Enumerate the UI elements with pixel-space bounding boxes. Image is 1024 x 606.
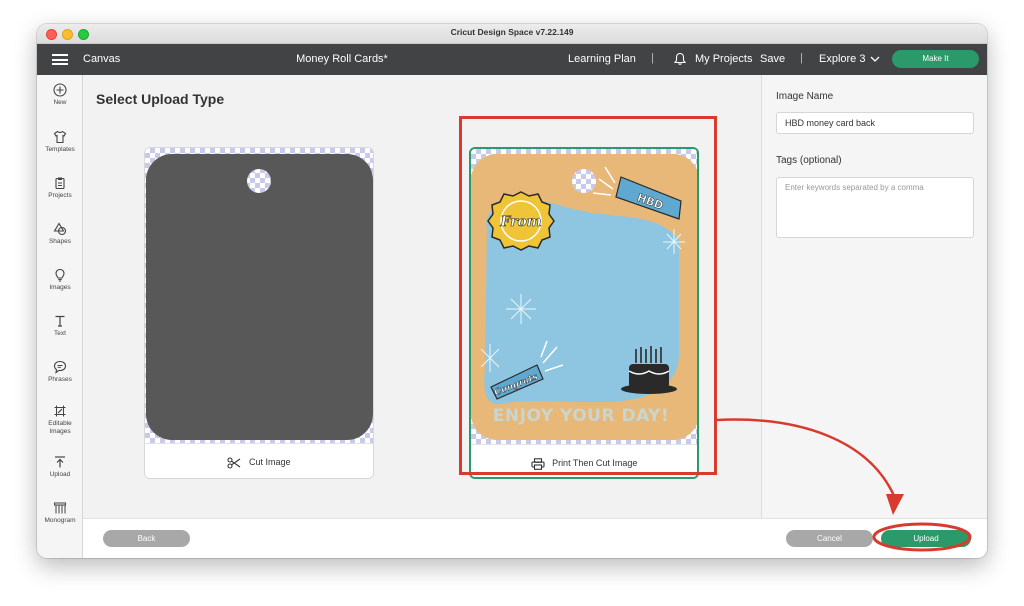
sidebar-item-label: Projects xyxy=(48,192,72,199)
scissors-icon xyxy=(227,457,241,469)
cut-image-label: Cut Image xyxy=(248,457,291,467)
canvas-label: Canvas xyxy=(83,53,121,65)
image-details-panel: Image Name HBD money card back Tags (opt… xyxy=(761,75,987,558)
window-title: Cricut Design Space v7.22.149 xyxy=(450,27,574,37)
back-button[interactable]: Back xyxy=(103,530,190,547)
image-name-label: Image Name xyxy=(776,91,834,102)
sidebar-item-projects[interactable]: Projects xyxy=(37,176,83,200)
cut-image-option[interactable]: Cut Image xyxy=(144,147,374,479)
sidebar-item-label: Monogram xyxy=(44,517,76,524)
menu-icon[interactable] xyxy=(52,54,68,65)
upload-icon xyxy=(55,456,65,468)
machine-selector[interactable]: Explore 3 xyxy=(819,53,865,65)
upload-button[interactable]: Upload xyxy=(881,530,971,547)
my-projects-link[interactable]: My Projects xyxy=(695,53,752,65)
save-button[interactable]: Save xyxy=(760,53,785,65)
sidebar-item-text[interactable]: Text xyxy=(37,314,83,338)
sidebar-item-label: Text xyxy=(54,330,66,337)
cut-image-preview xyxy=(146,154,373,440)
lightbulb-icon xyxy=(55,268,65,282)
project-name[interactable]: Money Roll Cards* xyxy=(277,53,407,65)
sidebar-item-label: Images xyxy=(49,284,71,291)
tags-label: Tags (optional) xyxy=(776,155,842,166)
left-toolbar: New Templates Projects Shapes Images Tex… xyxy=(37,75,83,558)
sidebar-item-images[interactable]: Images xyxy=(37,268,83,292)
sidebar-item-label: New xyxy=(53,99,67,106)
sidebar-item-monogram[interactable]: Monogram xyxy=(37,501,83,525)
make-it-button[interactable]: Make It xyxy=(892,50,979,68)
sidebar-item-templates[interactable]: Templates xyxy=(37,130,83,154)
cut-image-option-footer[interactable]: Cut Image xyxy=(145,443,373,478)
speech-bubble-icon xyxy=(53,360,67,374)
app-header: Canvas Money Roll Cards* Learning Plan |… xyxy=(37,44,987,75)
bell-icon[interactable] xyxy=(673,52,687,66)
text-icon xyxy=(55,315,65,327)
sidebar-item-label: Shapes xyxy=(48,238,72,245)
learning-plan-link[interactable]: Learning Plan xyxy=(568,53,636,65)
sidebar-item-new[interactable]: New xyxy=(37,83,83,107)
monogram-icon xyxy=(54,502,66,514)
transparency-checkerboard xyxy=(145,148,373,443)
footer-bar: Back Cancel Upload xyxy=(83,518,987,558)
clipboard-icon xyxy=(55,177,65,190)
selection-highlight-box xyxy=(459,116,717,475)
sidebar-item-label: Editable Images xyxy=(48,420,72,435)
sidebar-item-label: Templates xyxy=(45,146,75,153)
title-bar: Cricut Design Space v7.22.149 xyxy=(37,24,987,44)
sidebar-item-label: Phrases xyxy=(48,376,72,383)
sidebar-item-upload[interactable]: Upload xyxy=(37,455,83,479)
cancel-button[interactable]: Cancel xyxy=(786,530,873,547)
editable-image-icon xyxy=(54,405,66,417)
header-divider: | xyxy=(800,52,803,64)
chevron-down-icon[interactable] xyxy=(870,55,880,63)
sidebar-item-label: Upload xyxy=(49,471,71,478)
sidebar-item-editable-images[interactable]: Editable Images xyxy=(37,404,83,436)
shirt-icon xyxy=(53,130,67,144)
sidebar-item-shapes[interactable]: Shapes xyxy=(37,222,83,246)
page-title: Select Upload Type xyxy=(96,91,225,107)
sidebar-item-phrases[interactable]: Phrases xyxy=(37,360,83,384)
plus-circle-icon xyxy=(53,83,67,97)
shapes-icon xyxy=(53,222,67,236)
image-name-field[interactable]: HBD money card back xyxy=(776,112,974,134)
tags-field[interactable]: Enter keywords separated by a comma xyxy=(776,177,974,238)
header-divider: | xyxy=(651,52,654,64)
